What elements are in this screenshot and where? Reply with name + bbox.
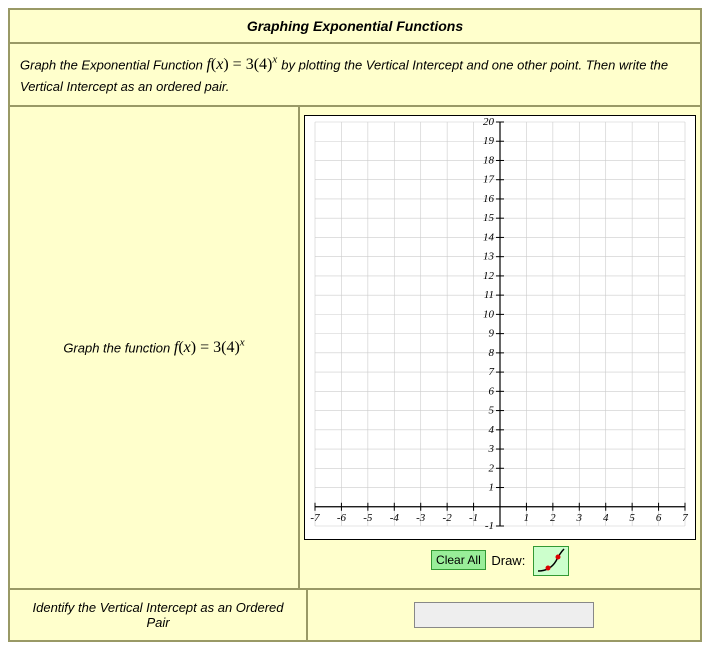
- svg-text:14: 14: [483, 231, 495, 243]
- svg-text:19: 19: [483, 135, 495, 147]
- svg-text:9: 9: [489, 327, 495, 339]
- svg-text:8: 8: [489, 347, 495, 359]
- formula-inline: f(x) = 3(4)x: [206, 56, 281, 73]
- svg-text:20: 20: [483, 116, 495, 128]
- answer-row: Identify the Vertical Intercept as an Or…: [10, 590, 700, 640]
- answer-cell: [308, 590, 700, 640]
- vertical-intercept-prompt: Identify the Vertical Intercept as an Or…: [10, 590, 308, 640]
- problem-container: Graphing Exponential Functions Graph the…: [8, 8, 702, 642]
- svg-text:1: 1: [524, 512, 530, 524]
- svg-text:6: 6: [656, 512, 662, 524]
- svg-text:2: 2: [489, 462, 495, 474]
- svg-text:4: 4: [489, 424, 495, 436]
- curve-tool-icon: [534, 547, 568, 575]
- svg-text:3: 3: [576, 512, 583, 524]
- instructions: Graph the Exponential Function f(x) = 3(…: [10, 44, 700, 107]
- svg-text:2: 2: [550, 512, 556, 524]
- svg-text:-6: -6: [337, 512, 347, 524]
- svg-text:4: 4: [603, 512, 609, 524]
- svg-text:13: 13: [483, 250, 495, 262]
- svg-text:17: 17: [483, 174, 495, 186]
- svg-text:11: 11: [484, 289, 494, 301]
- graph-toolbar: Clear All Draw:: [304, 546, 696, 576]
- graph-prompt-cell: Graph the function f(x) = 3(4)x: [10, 107, 300, 588]
- clear-all-button[interactable]: Clear All: [431, 550, 486, 570]
- svg-text:5: 5: [489, 404, 495, 416]
- graph-cell: -7-6-5-4-3-2-11234567-112345678910111213…: [300, 107, 700, 588]
- formula-cell: f(x) = 3(4)x: [174, 339, 245, 356]
- svg-text:6: 6: [489, 385, 495, 397]
- graph-canvas[interactable]: -7-6-5-4-3-2-11234567-112345678910111213…: [304, 115, 696, 540]
- svg-text:16: 16: [483, 193, 495, 205]
- svg-text:-7: -7: [310, 512, 320, 524]
- svg-text:-2: -2: [443, 512, 453, 524]
- coordinate-grid[interactable]: -7-6-5-4-3-2-11234567-112345678910111213…: [305, 116, 695, 536]
- svg-text:1: 1: [489, 481, 495, 493]
- draw-label: Draw:: [491, 553, 525, 568]
- svg-text:3: 3: [488, 443, 495, 455]
- svg-text:10: 10: [483, 308, 495, 320]
- svg-text:5: 5: [629, 512, 635, 524]
- svg-text:-5: -5: [363, 512, 373, 524]
- svg-text:7: 7: [489, 366, 495, 378]
- curve-tool-button[interactable]: [533, 546, 569, 576]
- svg-text:7: 7: [682, 512, 688, 524]
- page-title: Graphing Exponential Functions: [10, 10, 700, 44]
- svg-text:15: 15: [483, 212, 495, 224]
- svg-text:-4: -4: [390, 512, 400, 524]
- svg-text:18: 18: [483, 154, 495, 166]
- instructions-pre: Graph the Exponential Function: [20, 57, 206, 72]
- vertical-intercept-input[interactable]: [414, 602, 594, 628]
- svg-text:12: 12: [483, 270, 495, 282]
- svg-text:-1: -1: [485, 520, 494, 532]
- graph-prompt-text: Graph the function: [63, 340, 174, 355]
- svg-text:-3: -3: [416, 512, 426, 524]
- svg-text:-1: -1: [469, 512, 478, 524]
- main-row: Graph the function f(x) = 3(4)x -7 -6 -5 -4…: [10, 107, 700, 590]
